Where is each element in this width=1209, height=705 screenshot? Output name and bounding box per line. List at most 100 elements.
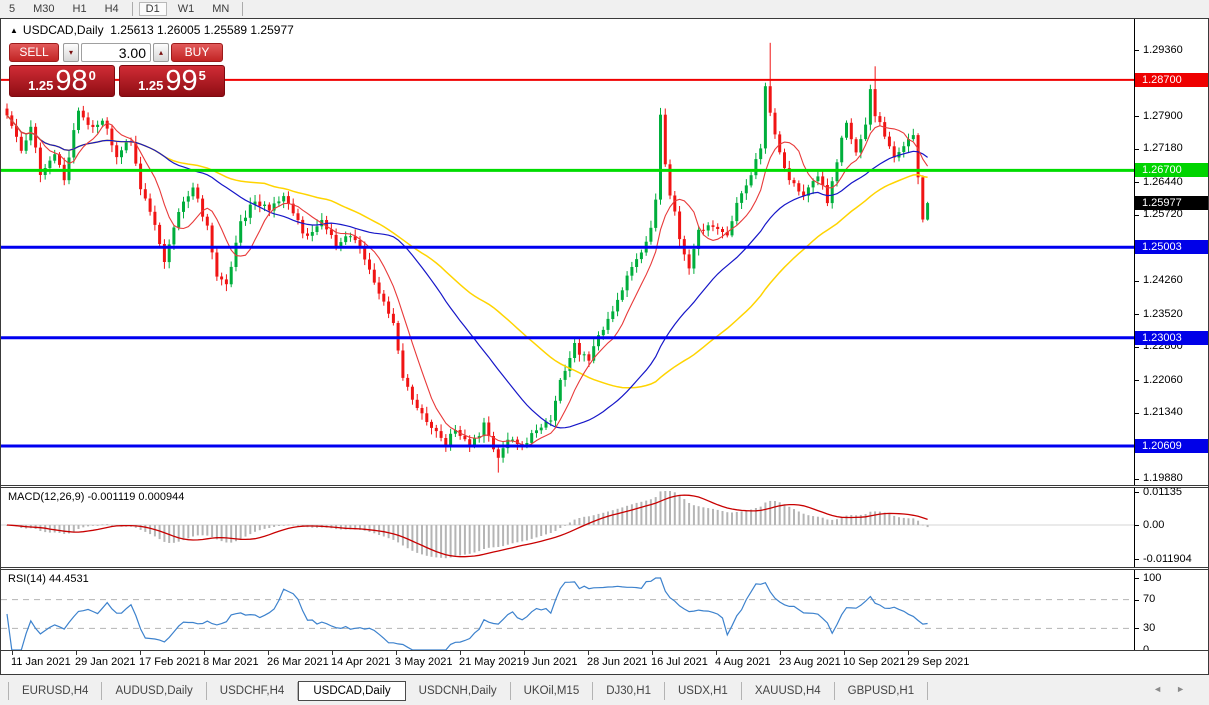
- date-axis[interactable]: 11 Jan 2021 29 Jan 2021 17 Feb 2021 8 Mar 2…: [1, 650, 1208, 674]
- price-axis[interactable]: 1.293601.286101.279001.271801.264401.257…: [1134, 19, 1208, 485]
- date-label: 10 Sep 2021: [843, 656, 906, 668]
- tab-eurusd-h4[interactable]: EURUSD,H4: [8, 681, 103, 700]
- buy-price-tile[interactable]: 1.25 99 5: [119, 65, 225, 97]
- price-chart-pane[interactable]: 1.293601.286101.279001.271801.264401.257…: [1, 19, 1208, 485]
- macd-tick-label: -0.011904: [1143, 553, 1192, 565]
- sell-price-tile[interactable]: 1.25 98 0: [9, 65, 115, 97]
- sell-price-sup: 0: [88, 68, 96, 83]
- sell-button[interactable]: SELL: [9, 43, 59, 62]
- scroll-left-icon[interactable]: ◄: [1153, 684, 1176, 694]
- date-label: 11 Jan 2021: [11, 656, 71, 668]
- tab-usdcad-daily[interactable]: USDCAD,Daily: [298, 680, 406, 701]
- price-tick-label: 1.22060: [1143, 374, 1183, 386]
- price-badge: 1.20609: [1135, 439, 1208, 453]
- date-label: 14 Apr 2021: [331, 656, 391, 668]
- price-tick-label: 1.27900: [1143, 110, 1183, 122]
- date-tick-mark: [588, 651, 589, 655]
- sell-price-prefix: 1.25: [28, 78, 54, 93]
- macd-tick-mark: [1135, 492, 1139, 493]
- tab-usdchf-h4[interactable]: USDCHF,H4: [207, 681, 299, 700]
- ohlc-values: 1.25613 1.26005 1.25589 1.25977: [110, 23, 294, 37]
- tab-dj30-h1[interactable]: DJ30,H1: [593, 681, 665, 700]
- rsi-tick-mark: [1135, 578, 1139, 579]
- date-tick-mark: [652, 651, 653, 655]
- rsi-tick-label: 70: [1143, 593, 1156, 605]
- price-tick-mark: [1135, 149, 1139, 150]
- timeframe-button-w1[interactable]: W1: [171, 2, 202, 16]
- buy-price-prefix: 1.25: [138, 78, 164, 93]
- timeframe-button-5[interactable]: 5: [2, 2, 22, 16]
- date-label: 21 May 2021: [459, 656, 523, 668]
- price-tick-mark: [1135, 50, 1139, 51]
- date-label: 23 Aug 2021: [779, 656, 841, 668]
- timeframe-button-h4[interactable]: H4: [98, 2, 126, 16]
- tab-gbpusd-h1[interactable]: GBPUSD,H1: [835, 681, 929, 700]
- buy-price-sup: 5: [198, 68, 206, 83]
- timeframe-toolbar: 5 M30 H1 H4 D1 W1 MN: [0, 0, 1209, 18]
- macd-tick-label: 0.01135: [1143, 488, 1182, 498]
- date-tick-mark: [12, 651, 13, 655]
- price-tick-mark: [1135, 182, 1139, 183]
- price-tick-label: 1.26440: [1143, 176, 1183, 188]
- price-tick-mark: [1135, 314, 1139, 315]
- date-label: 8 Mar 2021: [203, 656, 259, 668]
- chart-tab-bar: EURUSD,H4 AUDUSD,Daily USDCHF,H4 USDCAD,Dai…: [0, 676, 1209, 705]
- scroll-right-icon[interactable]: ►: [1176, 684, 1199, 694]
- price-tick-label: 1.29360: [1143, 44, 1183, 56]
- date-tick-mark: [140, 651, 141, 655]
- rsi-indicator-pane[interactable]: RSI(14) 44.4531 100 70 30 0: [1, 570, 1208, 650]
- price-tick-mark: [1135, 281, 1139, 282]
- date-label: 17 Feb 2021: [139, 656, 201, 668]
- tab-ukoil-m15[interactable]: UKOil,M15: [511, 681, 594, 700]
- date-label: 4 Aug 2021: [715, 656, 771, 668]
- date-label: 16 Jul 2021: [651, 656, 708, 668]
- tab-xauusd-h4[interactable]: XAUUSD,H4: [742, 681, 835, 700]
- timeframe-button-h1[interactable]: H1: [66, 2, 94, 16]
- date-label: 9 Jun 2021: [523, 656, 578, 668]
- buy-button[interactable]: BUY: [171, 43, 223, 62]
- chart-tabs: EURUSD,H4 AUDUSD,Daily USDCHF,H4 USDCAD,Dai…: [8, 680, 929, 701]
- price-tick-mark: [1135, 413, 1139, 414]
- tab-audusd-daily[interactable]: AUDUSD,Daily: [102, 681, 207, 700]
- date-tick-mark: [460, 651, 461, 655]
- date-tick-mark: [780, 651, 781, 655]
- toolbar-separator: [242, 2, 244, 16]
- symbol-period-label: USDCAD,Daily: [22, 23, 104, 37]
- toolbar-separator: [131, 2, 133, 16]
- timeframe-button-mn[interactable]: MN: [205, 2, 236, 16]
- date-tick-mark: [396, 651, 397, 655]
- rsi-tick-mark: [1135, 628, 1139, 629]
- macd-indicator-pane[interactable]: MACD(12,26,9) -0.001119 0.000944 0.01135…: [1, 488, 1208, 567]
- collapse-panel-icon[interactable]: ▲: [10, 26, 18, 35]
- volume-input[interactable]: [81, 43, 151, 62]
- rsi-label: RSI(14) 44.4531: [8, 573, 89, 585]
- date-label: 28 Jun 2021: [587, 656, 648, 668]
- price-tick-label: 1.23520: [1143, 308, 1183, 320]
- price-tick-mark: [1135, 347, 1139, 348]
- price-badge: 1.26700: [1135, 163, 1208, 177]
- date-tick-mark: [716, 651, 717, 655]
- price-badge: 1.25977: [1135, 196, 1208, 210]
- timeframe-button-m30[interactable]: M30: [26, 2, 61, 16]
- one-click-trading-panel: SELL ▾ ▴ BUY 1.25 98 0 1.25 99 5: [9, 43, 229, 97]
- macd-axis: 0.01135 0.00 -0.011904: [1134, 488, 1208, 567]
- volume-decrease-button[interactable]: ▾: [63, 43, 79, 62]
- timeframe-button-d1[interactable]: D1: [138, 2, 167, 16]
- price-tick-mark: [1135, 116, 1139, 117]
- date-tick-mark: [908, 651, 909, 655]
- chart-window: 1.293601.286101.279001.271801.264401.257…: [0, 18, 1209, 675]
- price-tick-mark: [1135, 215, 1139, 216]
- macd-tick-mark: [1135, 525, 1139, 526]
- price-badge: 1.28700: [1135, 73, 1208, 87]
- rsi-axis: 100 70 30 0: [1134, 570, 1208, 650]
- tab-usdcnh-daily[interactable]: USDCNH,Daily: [406, 681, 511, 700]
- date-label: 26 Mar 2021: [267, 656, 329, 668]
- price-tick-mark: [1135, 479, 1139, 480]
- rsi-plot: [1, 577, 1134, 650]
- rsi-tick-label: 100: [1143, 572, 1162, 584]
- tab-usdx-h1[interactable]: USDX,H1: [665, 681, 742, 700]
- date-label: 29 Sep 2021: [907, 656, 970, 668]
- price-badge: 1.23003: [1135, 331, 1208, 345]
- macd-tick-label: 0.00: [1143, 519, 1165, 531]
- volume-increase-button[interactable]: ▴: [153, 43, 169, 62]
